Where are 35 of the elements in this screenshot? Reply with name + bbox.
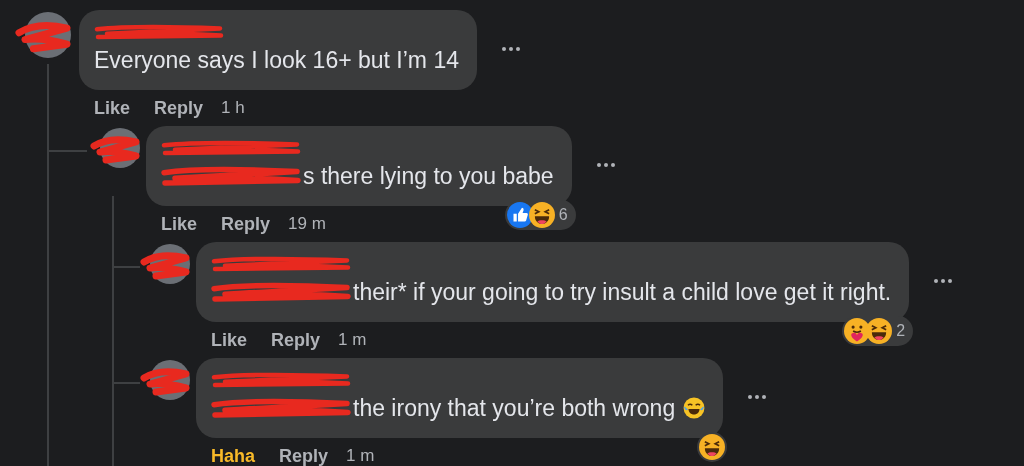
redacted-avatar[interactable] (90, 128, 142, 168)
reaction-link[interactable]: Like (211, 326, 248, 354)
laughing-face-icon (866, 318, 893, 344)
reaction-summary[interactable]: 2 (842, 316, 914, 346)
more-options-icon[interactable] (595, 162, 616, 168)
tears-of-joy-icon (683, 397, 706, 419)
reply-link[interactable]: Reply (279, 442, 329, 466)
reaction-count: 2 (896, 321, 906, 341)
reaction-summary[interactable] (697, 432, 728, 462)
thumbs-up-icon (506, 202, 533, 228)
comment-text: their* if your going to try insult a child love get it right. (353, 278, 892, 307)
more-options-icon[interactable] (747, 394, 768, 400)
comment-text: s there lying to you babe (303, 162, 554, 191)
more-options-icon[interactable] (933, 278, 954, 284)
redacted-avatar[interactable] (140, 360, 192, 400)
reply-link[interactable]: Reply (154, 94, 204, 122)
comment-text: Everyone says I look 16+ but I’m 14 (94, 46, 459, 75)
laughing-face-icon (528, 202, 555, 228)
comment-text: the irony that you’re both wrong (353, 394, 676, 423)
timestamp[interactable]: 1 m (346, 443, 375, 466)
more-options-icon[interactable] (501, 46, 521, 52)
reaction-link[interactable]: Like (161, 210, 198, 238)
reaction-count: 6 (558, 205, 568, 225)
timestamp[interactable]: 1 h (221, 95, 245, 121)
reply-link[interactable]: Reply (271, 326, 321, 354)
timestamp[interactable]: 1 m (338, 327, 367, 353)
redacted-avatar[interactable] (15, 12, 73, 58)
hugging-face-icon (844, 318, 871, 344)
redacted-avatar[interactable] (140, 244, 192, 284)
reaction-summary[interactable]: 6 (504, 200, 576, 230)
reaction-link[interactable]: Like (94, 94, 131, 122)
laughing-face-icon (699, 434, 726, 460)
reaction-link[interactable]: Haha (211, 442, 255, 466)
timestamp[interactable]: 19 m (288, 211, 326, 237)
reply-link[interactable]: Reply (221, 210, 271, 238)
